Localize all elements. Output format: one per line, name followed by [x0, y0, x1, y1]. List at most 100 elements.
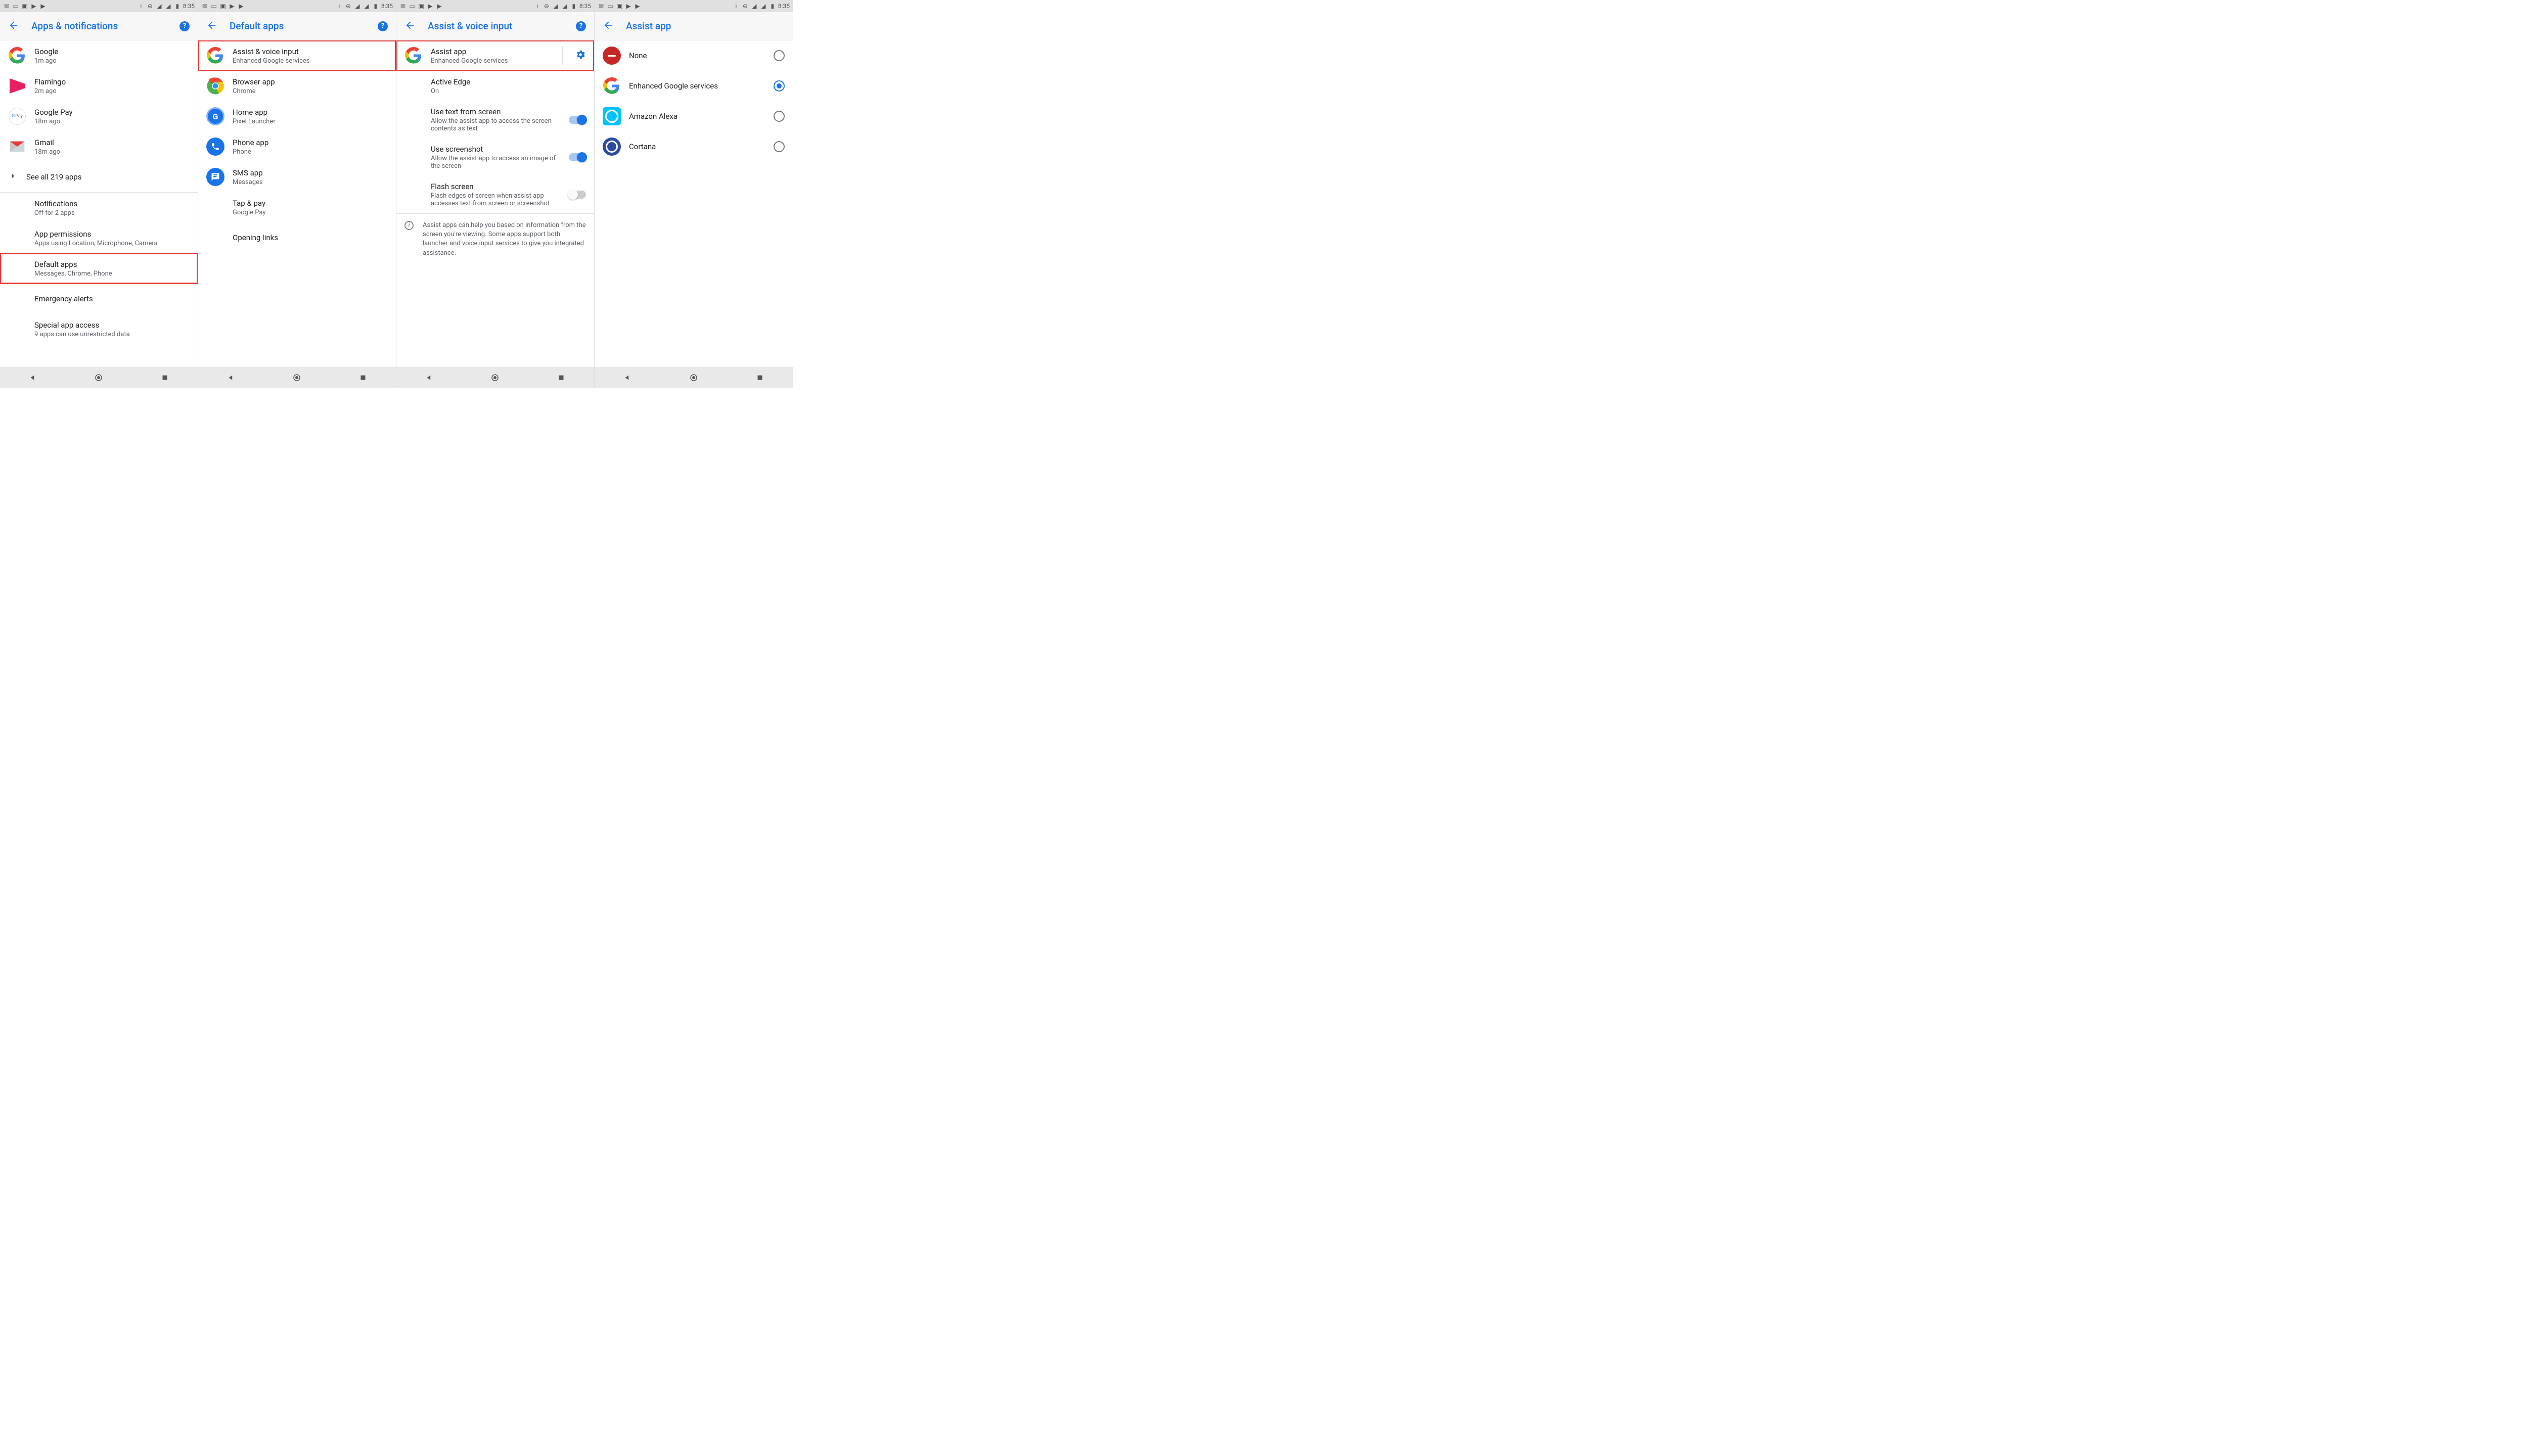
phone-icon	[206, 138, 224, 156]
chrome-icon	[206, 77, 224, 95]
nav-home-icon[interactable]	[490, 373, 500, 382]
gear-icon[interactable]	[575, 49, 586, 62]
radio-button[interactable]	[774, 50, 785, 61]
item-title: See all 219 apps	[26, 172, 190, 181]
list-item[interactable]: SMS app Messages	[198, 162, 396, 192]
signal-icon: ◢	[760, 3, 767, 10]
list-item[interactable]: Assist & voice input Enhanced Google ser…	[198, 40, 396, 71]
back-button[interactable]	[206, 20, 217, 33]
list-item[interactable]: Amazon Alexa	[595, 101, 793, 131]
item-title: Assist app	[431, 47, 550, 56]
nav-recent-icon[interactable]	[160, 373, 169, 382]
nav-recent-icon[interactable]	[358, 373, 368, 382]
nav-back-icon[interactable]	[623, 373, 632, 382]
item-title: Enhanced Google services	[629, 81, 765, 90]
google-icon	[404, 47, 423, 65]
signal-icon: ◢	[165, 3, 172, 10]
list-item[interactable]: Opening links	[198, 222, 396, 253]
list-item[interactable]: Gmail 18m ago	[0, 131, 198, 162]
item-text: Special app access 9 apps can use unrest…	[34, 321, 190, 338]
list-item[interactable]: Tap & pay Google Pay	[198, 192, 396, 222]
list-item[interactable]: Use text from screen Allow the assist ap…	[396, 101, 594, 139]
radio-button[interactable]	[774, 111, 785, 122]
item-subtitle: Google Pay	[233, 209, 388, 216]
list-item[interactable]: Phone app Phone	[198, 131, 396, 162]
item-subtitle: Enhanced Google services	[233, 57, 388, 65]
item-text: Tap & pay Google Pay	[233, 199, 388, 216]
list-item[interactable]: Use screenshot Allow the assist app to a…	[396, 139, 594, 176]
item-subtitle: 18m ago	[34, 118, 190, 125]
radio-button[interactable]	[774, 141, 785, 152]
item-subtitle: Apps using Location, Microphone, Camera	[34, 240, 190, 247]
chat-notif-icon: ▭	[210, 3, 217, 10]
radio-button[interactable]	[774, 80, 785, 92]
play-notif-icon: ▶	[625, 3, 632, 10]
nav-bar	[0, 367, 198, 388]
list-item[interactable]: Default apps Messages, Chrome, Phone	[0, 253, 198, 284]
toggle-switch[interactable]	[569, 153, 586, 161]
item-title: Home app	[233, 108, 388, 117]
sms-icon	[206, 168, 224, 186]
toggle-switch[interactable]	[569, 116, 586, 124]
back-button[interactable]	[8, 20, 19, 33]
list-item[interactable]: GPay Google Pay 18m ago	[0, 101, 198, 131]
toggle-switch[interactable]	[569, 191, 586, 199]
item-subtitle: 9 apps can use unrestricted data	[34, 331, 190, 338]
nav-bar	[595, 367, 793, 388]
bluetooth-icon: ⟊	[534, 3, 541, 10]
item-subtitle: Allow the assist app to access the scree…	[431, 117, 561, 132]
dnd-icon: ⊖	[742, 3, 749, 10]
item-title: Flash screen	[431, 182, 561, 191]
list-item[interactable]: Notifications Off for 2 apps	[0, 193, 198, 223]
list-item[interactable]: Cortana	[595, 131, 793, 162]
list-item[interactable]: App permissions Apps using Location, Mic…	[0, 223, 198, 253]
item-title: Active Edge	[431, 77, 586, 86]
none-icon	[603, 47, 621, 65]
list-item[interactable]: None	[595, 40, 793, 71]
play-notif-icon: ▶	[229, 3, 236, 10]
bluetooth-icon: ⟊	[138, 3, 145, 10]
item-text: Default apps Messages, Chrome, Phone	[34, 260, 190, 278]
help-icon[interactable]: ?	[179, 21, 190, 31]
item-text: Flamingo 2m ago	[34, 77, 190, 95]
nav-back-icon[interactable]	[28, 373, 37, 382]
nav-recent-icon[interactable]	[557, 373, 566, 382]
list-item[interactable]: Google 1m ago	[0, 40, 198, 71]
wifi-icon: ◢	[156, 3, 163, 10]
list-item[interactable]: Flash screen Flash edges of screen when …	[396, 176, 594, 213]
list-item[interactable]: Enhanced Google services	[595, 71, 793, 101]
item-title: Amazon Alexa	[629, 112, 765, 121]
list-item[interactable]: Flamingo 2m ago	[0, 71, 198, 101]
nav-back-icon[interactable]	[425, 373, 434, 382]
clock: 8:35	[579, 3, 591, 10]
content: Google 1m ago Flamingo 2m ago GPay Googl…	[0, 40, 198, 367]
list-item[interactable]: G Home app Pixel Launcher	[198, 101, 396, 131]
list-item[interactable]: Emergency alerts	[0, 284, 198, 314]
back-button[interactable]	[603, 20, 614, 33]
item-text: Notifications Off for 2 apps	[34, 199, 190, 217]
google-icon	[206, 47, 224, 65]
list-item[interactable]: Active Edge On	[396, 71, 594, 101]
help-icon[interactable]: ?	[378, 21, 388, 31]
nav-home-icon[interactable]	[689, 373, 698, 382]
help-icon[interactable]: ?	[576, 21, 586, 31]
nav-home-icon[interactable]	[292, 373, 301, 382]
list-item[interactable]: Browser app Chrome	[198, 71, 396, 101]
dnd-icon: ⊖	[345, 3, 352, 10]
list-item[interactable]: Special app access 9 apps can use unrest…	[0, 314, 198, 344]
list-item[interactable]: Assist app Enhanced Google services	[396, 40, 594, 71]
google-icon	[8, 47, 26, 65]
list-item[interactable]: See all 219 apps	[0, 162, 198, 192]
status-bar: ✉ ▭ ▣ ▶ ▶ ⟊ ⊖ ◢ ◢ ▮ 8:35	[198, 0, 396, 12]
item-title: App permissions	[34, 230, 190, 239]
nav-back-icon[interactable]	[227, 373, 236, 382]
play-notif-icon: ▶	[427, 3, 434, 10]
nav-home-icon[interactable]	[94, 373, 103, 382]
nav-recent-icon[interactable]	[755, 373, 764, 382]
page-title: Apps & notifications	[31, 20, 179, 32]
item-title: SMS app	[233, 168, 388, 177]
item-subtitle: Messages, Chrome, Phone	[34, 270, 190, 278]
phone-screen: ✉ ▭ ▣ ▶ ▶ ⟊ ⊖ ◢ ◢ ▮ 8:35 Default apps ? …	[198, 0, 396, 388]
back-button[interactable]	[404, 20, 416, 33]
item-text: SMS app Messages	[233, 168, 388, 186]
